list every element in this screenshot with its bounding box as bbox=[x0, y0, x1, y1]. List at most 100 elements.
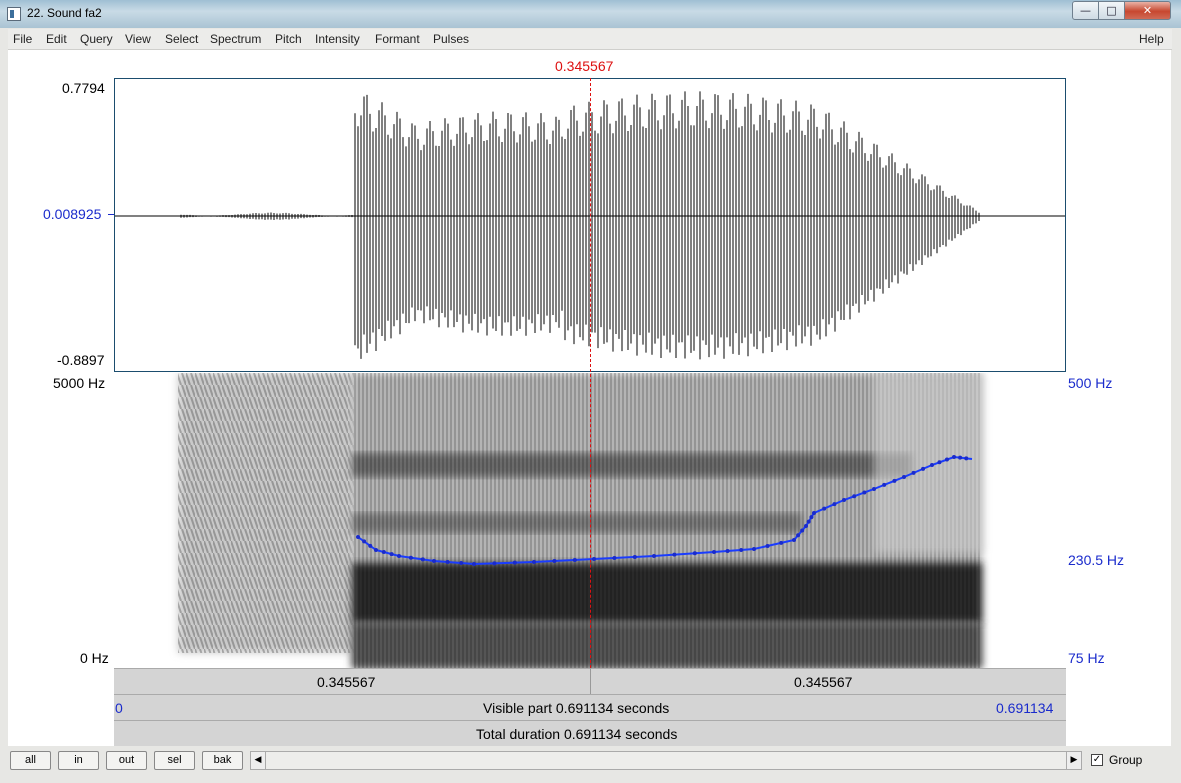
pitch-point bbox=[779, 540, 784, 545]
pitch-bottom-label: 75 Hz bbox=[1068, 650, 1105, 666]
pitch-point bbox=[822, 506, 827, 511]
pitch-point bbox=[389, 552, 394, 557]
pitch-point bbox=[725, 548, 730, 553]
pitch-point bbox=[842, 498, 846, 502]
group-checkbox[interactable]: ✓ bbox=[1091, 754, 1103, 766]
minimize-button[interactable]: — bbox=[1072, 1, 1099, 20]
menu-view[interactable]: View bbox=[125, 32, 151, 46]
pitch-point bbox=[532, 560, 536, 564]
pitch-point bbox=[792, 538, 796, 542]
menu-help[interactable]: Help bbox=[1139, 32, 1164, 46]
pitch-point bbox=[445, 560, 450, 565]
waveform-zero-label: 0.008925 bbox=[43, 206, 102, 222]
pitch-point bbox=[572, 557, 577, 562]
total-duration-bar[interactable]: Total duration 0.691134 seconds bbox=[114, 720, 1066, 746]
pitch-point bbox=[362, 539, 367, 544]
spectrogram-bottom-label: 0 Hz bbox=[80, 650, 109, 666]
pitch-point bbox=[632, 554, 637, 559]
pitch-point bbox=[492, 561, 497, 566]
pitch-point bbox=[930, 463, 934, 467]
pitch-point bbox=[806, 519, 811, 524]
waveform-min-label: -0.8897 bbox=[57, 352, 105, 368]
bottom-toolbar: all in out sel bak ◀ ▶ ✓ Group bbox=[0, 746, 1181, 783]
menu-pulses[interactable]: Pulses bbox=[433, 32, 469, 46]
pitch-point bbox=[672, 552, 677, 557]
pitch-point bbox=[937, 460, 942, 465]
pitch-point bbox=[692, 551, 697, 556]
menu-select[interactable]: Select bbox=[165, 32, 198, 46]
window-title: 22. Sound fa2 bbox=[27, 6, 102, 20]
pitch-point bbox=[356, 535, 360, 539]
pitch-point bbox=[944, 457, 949, 462]
menu-bar: File Edit Query View Select Spectrum Pit… bbox=[8, 29, 1172, 50]
menu-intensity[interactable]: Intensity bbox=[315, 32, 360, 46]
cursor-line bbox=[590, 78, 591, 668]
pitch-point bbox=[812, 511, 816, 515]
menu-query[interactable]: Query bbox=[80, 32, 113, 46]
pitch-mid-label: 230.5 Hz bbox=[1068, 552, 1125, 568]
cursor-time-label: 0.345567 bbox=[555, 58, 614, 74]
horizontal-scrollbar[interactable] bbox=[266, 751, 1066, 770]
menu-file[interactable]: File bbox=[13, 32, 32, 46]
pitch-point bbox=[652, 554, 656, 558]
menu-pitch[interactable]: Pitch bbox=[275, 32, 302, 46]
praat-sound-window: 22. Sound fa2 — □ ✕ File Edit Query View… bbox=[0, 0, 1181, 783]
zoom-back-button[interactable]: bak bbox=[202, 751, 243, 770]
zoom-out-button[interactable]: out bbox=[106, 751, 147, 770]
pitch-point bbox=[882, 482, 887, 487]
zoom-in-button[interactable]: in bbox=[58, 751, 99, 770]
pitch-point bbox=[368, 543, 373, 548]
scroll-left-arrow-icon[interactable]: ◀ bbox=[250, 751, 266, 770]
pitch-point bbox=[712, 550, 716, 554]
window-icon bbox=[7, 7, 21, 21]
pitch-point bbox=[397, 554, 401, 558]
pitch-point bbox=[832, 502, 837, 507]
pitch-point bbox=[892, 478, 897, 483]
pitch-point bbox=[796, 533, 801, 538]
pitch-point bbox=[872, 487, 876, 491]
segment-right-duration: 0.345567 bbox=[794, 674, 853, 690]
pitch-point bbox=[432, 559, 436, 563]
menu-edit[interactable]: Edit bbox=[46, 32, 67, 46]
zoom-all-button[interactable]: all bbox=[10, 751, 51, 770]
pitch-point bbox=[381, 550, 386, 555]
pitch-point bbox=[809, 515, 814, 520]
group-label: Group bbox=[1109, 753, 1143, 767]
visible-end-time: 0.691134 bbox=[996, 700, 1054, 716]
pitch-top-label: 500 Hz bbox=[1068, 375, 1113, 391]
pitch-point bbox=[408, 555, 413, 560]
visible-part-bar[interactable]: 0 Visible part 0.691134 seconds 0.691134 bbox=[114, 694, 1066, 720]
maximize-button[interactable]: □ bbox=[1098, 1, 1125, 20]
segment-bar-right[interactable]: 0.345567 bbox=[590, 668, 1066, 694]
pitch-point bbox=[552, 558, 557, 563]
title-bar[interactable]: 22. Sound fa2 — □ ✕ bbox=[0, 0, 1181, 28]
pitch-point bbox=[765, 543, 770, 548]
total-duration-text: Total duration 0.691134 seconds bbox=[476, 726, 678, 742]
menu-formant[interactable]: Formant bbox=[375, 32, 420, 46]
visible-part-text: Visible part 0.691134 seconds bbox=[483, 700, 670, 716]
pitch-point bbox=[752, 547, 756, 551]
menu-spectrum[interactable]: Spectrum bbox=[210, 32, 261, 46]
segment-left-duration: 0.345567 bbox=[317, 674, 376, 690]
pitch-point bbox=[592, 557, 596, 561]
zoom-selection-button[interactable]: sel bbox=[154, 751, 195, 770]
pitch-point bbox=[964, 456, 969, 461]
spectrogram-top-label: 5000 Hz bbox=[53, 375, 106, 391]
pitch-point bbox=[472, 562, 476, 566]
pitch-point bbox=[612, 555, 617, 560]
pitch-point bbox=[862, 490, 867, 495]
pitch-point bbox=[459, 561, 464, 566]
pitch-point bbox=[911, 470, 916, 475]
pitch-point bbox=[420, 557, 425, 562]
pitch-point bbox=[902, 475, 906, 479]
visible-start-time: 0 bbox=[115, 700, 123, 716]
pitch-point bbox=[952, 455, 956, 459]
pitch-point bbox=[921, 466, 926, 471]
waveform-max-label: 0.7794 bbox=[62, 80, 105, 96]
pitch-point bbox=[512, 560, 517, 565]
segment-bar-left[interactable]: 0.345567 bbox=[114, 668, 590, 694]
pitch-point bbox=[374, 548, 378, 552]
pitch-point bbox=[958, 455, 963, 460]
scroll-right-arrow-icon[interactable]: ▶ bbox=[1066, 751, 1082, 770]
close-button[interactable]: ✕ bbox=[1124, 1, 1171, 20]
